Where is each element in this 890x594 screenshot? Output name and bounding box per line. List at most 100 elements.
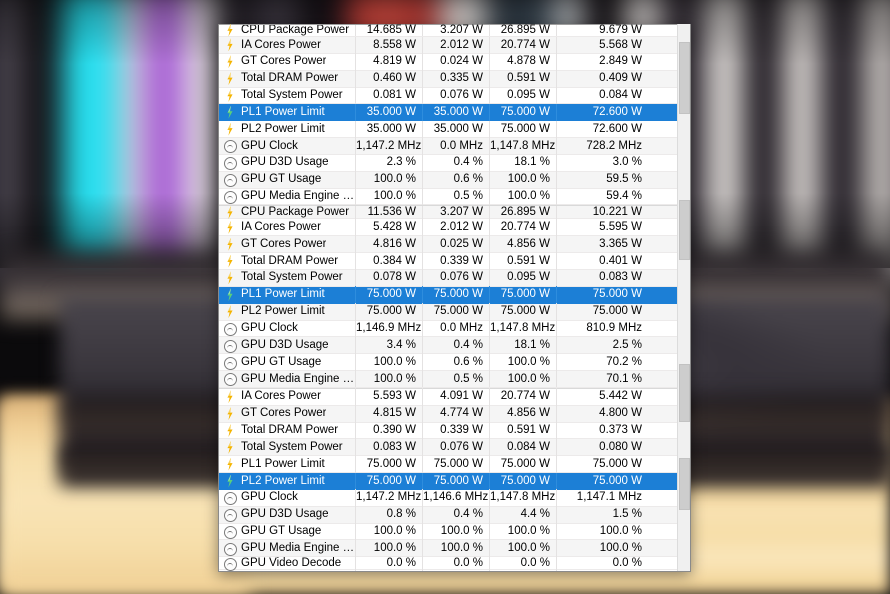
table-row[interactable]: GPU GT Usage 100.0 % 0.6 % 100.0 % 70.2 % [219, 353, 679, 372]
table-row[interactable]: GPU Media Engine … 100.0 % 0.5 % 100.0 % 59.… [219, 188, 679, 206]
sensor-average-value: 70.2 % [556, 353, 648, 371]
sensor-maximum-value: 18.1 % [489, 154, 556, 172]
sensor-maximum-value: 0.084 W [489, 438, 556, 456]
sensor-name-label: IA Cores Power [241, 390, 321, 403]
sensor-minimum-value: 1,146.6 MHz [422, 489, 489, 507]
table-row[interactable]: GPU Clock 1,147.2 MHz 1,146.6 MHz 1,147.8 M… [219, 489, 679, 507]
sensor-minimum-value: 0.076 W [422, 87, 489, 104]
table-row[interactable]: PL1 Power Limit 75.000 W 75.000 W 75.000 W7… [219, 455, 679, 474]
sensor-average-value: 100.0 % [556, 523, 648, 540]
sensor-name-label: GPU Media Engine … [241, 190, 355, 203]
table-row[interactable]: GT Cores Power 4.819 W 0.024 W 4.878 W 2.849… [219, 53, 679, 71]
gauge-circle-icon [223, 557, 237, 571]
table-row[interactable]: CPU Package Power 11.536 W 3.207 W 26.895 W… [219, 205, 679, 220]
table-row[interactable]: Total DRAM Power 0.390 W 0.339 W 0.591 W 0.3… [219, 422, 679, 440]
lightning-bolt-green-icon [223, 475, 237, 488]
sensor-name-label: PL2 Power Limit [241, 122, 325, 135]
table-row[interactable]: IA Cores Power 8.558 W 2.012 W 20.774 W 5.56… [219, 36, 679, 54]
sensor-name-cell: CPU Package Power [219, 24, 355, 37]
sensor-maximum-value: 75.000 W [489, 286, 556, 304]
sensor-minimum-value: 4.774 W [422, 405, 489, 423]
table-row[interactable]: Total DRAM Power 0.384 W 0.339 W 0.591 W 0.4… [219, 252, 679, 270]
sensor-maximum-value: 100.0 % [489, 188, 556, 205]
sensor-name-cell: GPU GT Usage [219, 171, 355, 188]
table-row[interactable]: GPU Media Engine … 100.0 % 0.5 % 100.0 % 70.… [219, 370, 679, 388]
sensor-name-label: Total DRAM Power [241, 72, 339, 85]
table-row[interactable]: GPU GT Usage 100.0 % 100.0 % 100.0 % 100.0 % [219, 523, 679, 541]
sensor-name-label: Total System Power [241, 440, 343, 453]
sensor-average-value: 5.442 W [556, 388, 648, 406]
sensor-name-label: IA Cores Power [241, 38, 321, 51]
sensor-name-label: GPU D3D Usage [241, 156, 329, 169]
table-row[interactable]: IA Cores Power 5.593 W 4.091 W 20.774 W 5.44… [219, 388, 679, 406]
table-row[interactable]: PL2 Power Limit 75.000 W 75.000 W 75.000 W7… [219, 303, 679, 321]
table-row[interactable]: IA Cores Power 5.428 W 2.012 W 20.774 W 5.59… [219, 218, 679, 237]
sensor-average-value: 0.401 W [556, 252, 648, 270]
table-row[interactable]: GT Cores Power 4.815 W 4.774 W 4.856 W 4.800… [219, 405, 679, 423]
table-row[interactable]: Total System Power 0.081 W 0.076 W 0.095 W0… [219, 87, 679, 105]
sensor-name-cell: CPU Package Power [219, 206, 355, 219]
sensor-current-value: 5.593 W [355, 388, 422, 406]
table-row[interactable]: PL2 Power Limit 35.000 W 35.000 W 75.000 W7… [219, 120, 679, 139]
sensor-name-cell: GPU Clock [219, 320, 355, 337]
table-row[interactable]: PL2 Power Limit 75.000 W 75.000 W 75.000 W7… [219, 472, 679, 490]
sensor-minimum-value: 0.339 W [422, 422, 489, 439]
lightning-bolt-icon [223, 55, 237, 68]
sensor-table[interactable]: CPU Package Power 14.685 W 3.207 W 26.895 W… [219, 24, 679, 571]
sensor-name-cell: GPU Clock [219, 138, 355, 155]
sensor-minimum-value: 0.5 % [422, 370, 489, 388]
table-row[interactable]: GPU Clock 1,147.2 MHz 0.0 MHz 1,147.8 MHz 72… [219, 137, 679, 155]
sensor-name-label: GPU GT Usage [241, 355, 322, 368]
sensor-name-cell: Total System Power [219, 439, 355, 456]
vertical-scrollbar[interactable] [677, 24, 690, 571]
sensor-maximum-value: 75.000 W [489, 103, 556, 121]
gauge-circle-icon [223, 525, 237, 540]
scrollbar-thumb-ghost-2 [679, 364, 690, 422]
table-row[interactable]: GPU D3D Usage 0.8 % 0.4 % 4.4 % 1.5 % [219, 506, 679, 524]
table-row[interactable]: GPU Video Decode 0.0 % 0.0 % 0.0 % 0.0 % [219, 552, 679, 571]
sensor-average-value: 0.409 W [556, 70, 648, 88]
scrollbar-thumb[interactable] [679, 42, 690, 114]
sensor-average-value: 0.080 W [556, 438, 648, 456]
sensor-minimum-value: 0.335 W [422, 70, 489, 88]
sensor-current-value: 0.460 W [355, 70, 422, 88]
sensor-maximum-value: 26.895 W [489, 205, 556, 219]
sensor-name-label: IA Cores Power [241, 220, 321, 233]
sensor-name-cell: IA Cores Power [219, 388, 355, 405]
hwinfo-sensor-window[interactable]: CPU Package Power 14.685 W 3.207 W 26.895 W… [218, 24, 691, 572]
gauge-circle-icon [223, 322, 237, 336]
table-row[interactable]: GPU D3D Usage 2.3 % 0.4 % 18.1 % 3.0 % [219, 154, 679, 172]
sensor-minimum-value: 0.339 W [422, 252, 489, 270]
sensor-name-cell: GPU Media Engine … [219, 371, 355, 388]
table-row[interactable]: Total System Power 0.083 W 0.076 W 0.084 W0… [219, 438, 679, 457]
table-row[interactable]: GPU D3D Usage 3.4 % 0.4 % 18.1 % 2.5 % [219, 336, 679, 355]
sensor-name-cell: GPU Clock [219, 489, 355, 506]
lightning-bolt-icon [223, 221, 237, 234]
table-row[interactable]: GT Cores Power 4.816 W 0.025 W 4.856 W 3.365… [219, 235, 679, 254]
table-row[interactable]: CPU Package Power 14.685 W 3.207 W 26.895 W… [219, 24, 679, 37]
sensor-average-value: 0.083 W [556, 269, 648, 287]
lightning-bolt-icon [223, 458, 237, 471]
sensor-minimum-value: 3.207 W [422, 24, 489, 36]
sensor-current-value: 0.081 W [355, 87, 422, 104]
table-row[interactable]: Total DRAM Power 0.460 W 0.335 W 0.591 W 0.4… [219, 70, 679, 88]
sensor-name-label: Total DRAM Power [241, 424, 339, 437]
sensor-current-value: 4.816 W [355, 235, 422, 253]
sensor-maximum-value: 75.000 W [489, 455, 556, 473]
sensor-current-value: 1,147.2 MHz [355, 489, 422, 507]
sensor-minimum-value: 0.076 W [422, 269, 489, 287]
table-row[interactable]: GPU GT Usage 100.0 % 0.6 % 100.0 % 59.5 % [219, 171, 679, 189]
sensor-current-value: 4.815 W [355, 405, 422, 423]
table-row[interactable]: PL1 Power Limit 35.000 W 35.000 W 75.000 W7… [219, 103, 679, 122]
sensor-minimum-value: 75.000 W [422, 303, 489, 320]
table-row[interactable]: GPU Clock 1,146.9 MHz 0.0 MHz 1,147.8 MHz 81… [219, 320, 679, 338]
table-row[interactable]: Total System Power 0.078 W 0.076 W 0.095 W0… [219, 269, 679, 287]
sensor-average-value: 75.000 W [556, 286, 648, 304]
sensor-current-value: 0.0 % [355, 552, 422, 571]
sensor-name-cell: GPU D3D Usage [219, 154, 355, 171]
sensor-name-cell: Total System Power [219, 87, 355, 104]
lightning-bolt-icon [223, 441, 237, 454]
sensor-maximum-value: 1,147.8 MHz [489, 489, 556, 507]
table-row[interactable]: PL1 Power Limit 75.000 W 75.000 W 75.000 W7… [219, 286, 679, 304]
sensor-average-value: 1.5 % [556, 506, 648, 524]
